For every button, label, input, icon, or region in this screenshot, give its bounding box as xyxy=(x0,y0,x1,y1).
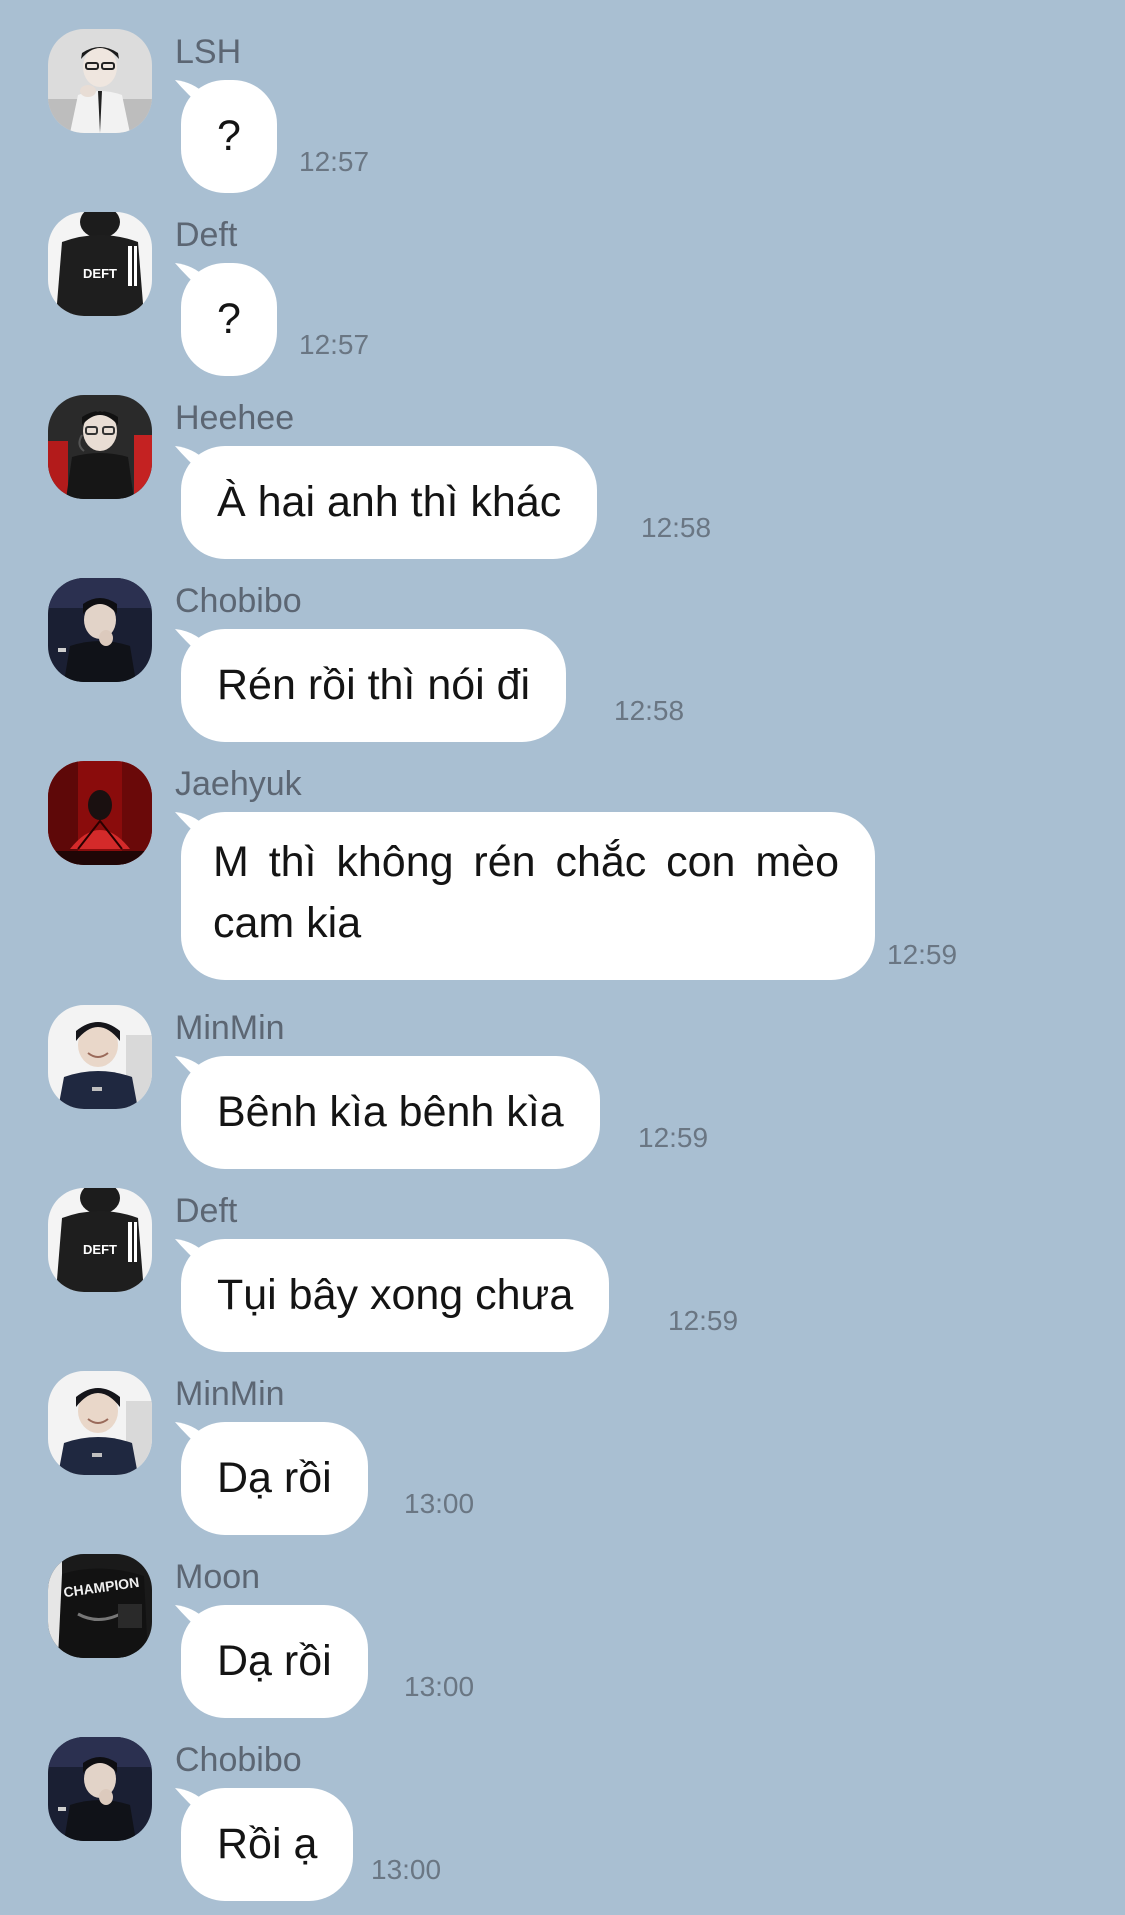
message-bubble[interactable]: M thì không rén chắc con mèo cam kia xyxy=(181,812,875,980)
message-bubble[interactable]: Bênh kìa bênh kìa xyxy=(181,1056,600,1169)
avatar-minmin[interactable] xyxy=(48,1371,152,1475)
jersey-text: DEFT xyxy=(83,1242,117,1257)
sender-name: Moon xyxy=(175,1558,261,1596)
avatar-chobibo[interactable] xyxy=(48,1737,152,1841)
avatar-minmin[interactable] xyxy=(48,1005,152,1109)
sender-name: MinMin xyxy=(175,1375,285,1413)
message-timestamp: 13:00 xyxy=(404,1488,475,1519)
message-bubble[interactable]: À hai anh thì khác xyxy=(181,446,598,559)
jersey-text: DEFT xyxy=(83,266,117,281)
avatar-lsh[interactable] xyxy=(48,29,152,133)
avatar-heehee[interactable] xyxy=(48,395,152,499)
sender-name: Chobibo xyxy=(175,1741,302,1779)
message-bubble[interactable]: Rén rồi thì nói đi xyxy=(181,629,567,742)
message-bubble[interactable]: Tụi bây xong chưa xyxy=(181,1239,610,1352)
message-timestamp: 12:57 xyxy=(299,146,370,177)
message-bubble[interactable]: Dạ rồi xyxy=(181,1422,368,1535)
message-bubble[interactable]: Dạ rồi xyxy=(181,1605,368,1718)
chat-message-list[interactable]: LSH ? 12:57 DEFT Deft ? 12:57 Heehee À h… xyxy=(0,0,1125,1915)
sender-name: Jaehyuk xyxy=(175,765,302,803)
message-timestamp: 12:58 xyxy=(614,695,685,726)
avatar-jaehyuk[interactable] xyxy=(48,761,152,865)
message-bubble[interactable]: ? xyxy=(181,263,277,376)
message-bubble[interactable]: Rồi ạ xyxy=(181,1788,354,1901)
sender-name: Deft xyxy=(175,1192,238,1230)
avatar-deft[interactable]: DEFT xyxy=(48,212,152,316)
sender-name: Chobibo xyxy=(175,582,302,620)
sender-name: LSH xyxy=(175,33,242,71)
sender-name: MinMin xyxy=(175,1009,285,1047)
message-timestamp: 12:57 xyxy=(299,329,370,360)
message-bubble[interactable]: ? xyxy=(181,80,277,193)
avatar-moon[interactable]: CHAMPION xyxy=(48,1554,152,1658)
sender-name: Deft xyxy=(175,216,238,254)
message-timestamp: 12:59 xyxy=(668,1305,739,1336)
message-timestamp: 12:59 xyxy=(887,939,958,970)
avatar-chobibo[interactable] xyxy=(48,578,152,682)
message-timestamp: 12:59 xyxy=(638,1122,709,1153)
message-timestamp: 13:00 xyxy=(404,1671,475,1702)
sender-name: Heehee xyxy=(175,399,295,437)
message-timestamp: 12:58 xyxy=(641,512,712,543)
avatar-deft[interactable]: DEFT xyxy=(48,1188,152,1292)
message-timestamp: 13:00 xyxy=(371,1854,442,1885)
